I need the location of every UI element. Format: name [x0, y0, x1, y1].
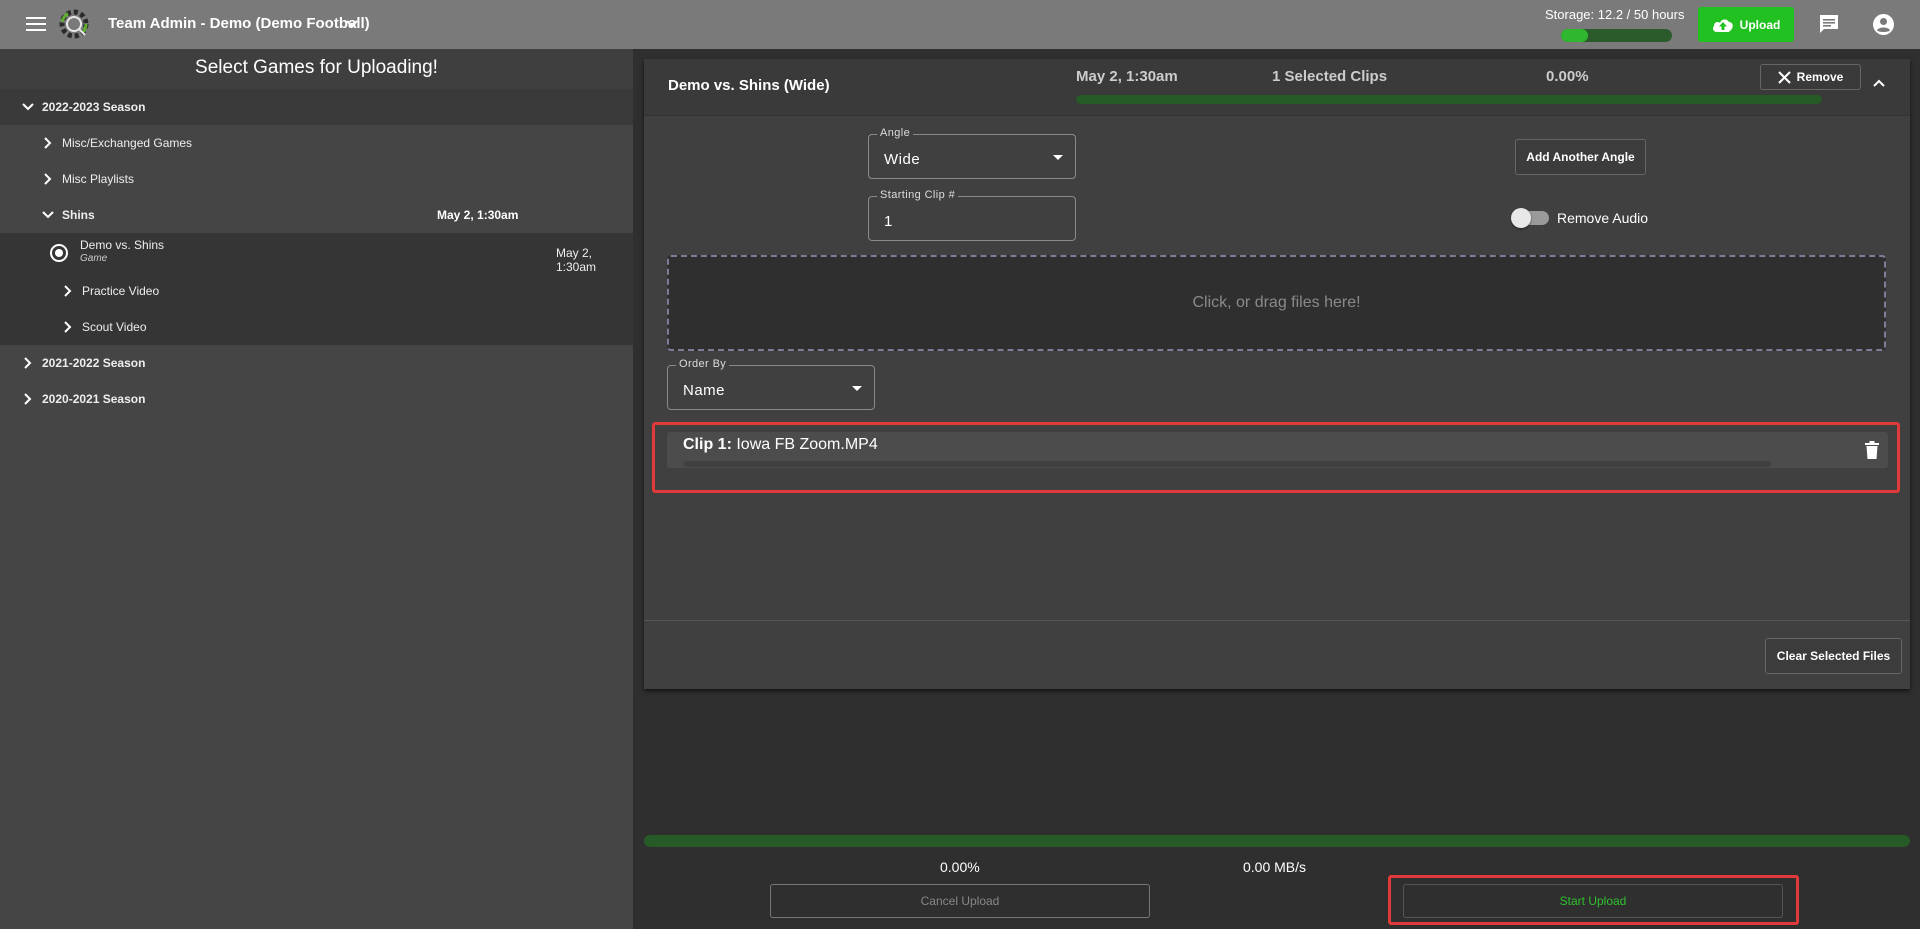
tree-item-label: Shins	[62, 208, 95, 222]
chevron-right-icon	[64, 321, 72, 333]
remove-audio-label: Remove Audio	[1557, 210, 1649, 226]
tree-item-shins[interactable]: Shins May 2, 1:30am	[0, 197, 633, 233]
storage-progress-fill	[1561, 29, 1589, 42]
tree-item-label: 2021-2022 Season	[42, 356, 146, 370]
tree-item-season-2022-2023[interactable]: 2022-2023 Season	[0, 89, 633, 125]
card-header[interactable]: Demo vs. Shins (Wide) May 2, 1:30am 1 Se…	[644, 59, 1910, 116]
hamburger-menu-icon[interactable]	[26, 17, 46, 32]
clip-filename: Iowa FB Zoom.MP4	[736, 436, 878, 453]
starting-clip-value[interactable]: 1	[884, 213, 893, 230]
game-name: Demo vs. Shins	[80, 238, 165, 252]
chevron-right-icon	[24, 357, 32, 369]
cloud-upload-icon	[1712, 18, 1733, 32]
tree-item-label: Practice Video	[82, 284, 160, 298]
start-upload-button[interactable]: Start Upload	[1403, 884, 1783, 918]
upload-speed: 0.00 MB/s	[1243, 859, 1307, 875]
upload-card: Demo vs. Shins (Wide) May 2, 1:30am 1 Se…	[644, 59, 1910, 689]
tree-item-practice-video[interactable]: Practice Video	[0, 273, 633, 309]
card-title: Demo vs. Shins (Wide)	[668, 77, 830, 94]
tree-item-label: Misc/Exchanged Games	[62, 136, 193, 150]
game-date: May 2, 1:30am	[556, 246, 597, 274]
file-dropzone[interactable]: Click, or drag files here!	[667, 255, 1886, 351]
chevron-down-icon	[22, 103, 34, 111]
game-select-panel: Select Games for Uploading! 2022-2023 Se…	[0, 49, 633, 929]
top-bar: Team Admin - Demo (Demo Football) Storag…	[0, 0, 1920, 49]
selected-radio-icon[interactable]	[50, 244, 68, 262]
close-icon	[1777, 70, 1791, 84]
trash-icon[interactable]	[1865, 441, 1879, 459]
clear-selected-files-button[interactable]: Clear Selected Files	[1765, 638, 1902, 674]
tree-item-misc-exchanged-games[interactable]: Misc/Exchanged Games	[0, 125, 633, 161]
order-by-value: Name	[683, 382, 726, 399]
angle-label: Angle	[877, 127, 914, 139]
card-progress-bar	[1076, 95, 1822, 104]
shins-date: May 2, 1:30am	[437, 208, 519, 222]
chevron-right-icon	[64, 285, 72, 297]
remove-button-label: Remove	[1796, 70, 1844, 84]
cancel-upload-button[interactable]: Cancel Upload	[770, 884, 1150, 918]
remove-button[interactable]: Remove	[1760, 64, 1861, 90]
card-date: May 2, 1:30am	[1076, 68, 1178, 85]
order-by-select[interactable]: Order By Name	[667, 358, 875, 410]
tree-item-season-2020-2021[interactable]: 2020-2021 Season	[0, 381, 633, 417]
order-by-label: Order By	[676, 358, 730, 370]
chevron-down-icon	[42, 211, 54, 219]
chevron-right-icon	[44, 173, 52, 185]
card-percent: 0.00%	[1546, 68, 1589, 85]
upload-button-label: Upload	[1739, 17, 1781, 32]
add-another-angle-button[interactable]: Add Another Angle	[1515, 139, 1646, 175]
upload-button[interactable]: Upload	[1698, 7, 1794, 42]
chevron-right-icon	[44, 137, 52, 149]
dropdown-caret-icon	[1053, 155, 1063, 160]
chevron-down-icon[interactable]	[345, 17, 359, 31]
tree-item-label: Scout Video	[82, 320, 147, 334]
tree-item-label: 2020-2021 Season	[42, 392, 146, 406]
total-progress-bar	[644, 835, 1910, 847]
account-icon[interactable]	[1872, 13, 1895, 36]
angle-value: Wide	[884, 151, 921, 168]
total-percent: 0.00%	[940, 859, 980, 875]
clip-item[interactable]: Clip 1: Iowa FB Zoom.MP4	[667, 432, 1888, 468]
game-item-demo-vs-shins[interactable]: Demo vs. Shins Game May 2, 1:30am	[0, 233, 633, 274]
dropdown-caret-icon	[852, 386, 862, 391]
dropzone-text: Click, or drag files here!	[1192, 294, 1361, 311]
clip-label: Clip 1: Iowa FB Zoom.MP4	[683, 436, 878, 454]
game-type: Game	[80, 253, 108, 264]
storage-progress-bar	[1561, 29, 1672, 42]
panel-title: Select Games for Uploading!	[0, 49, 633, 89]
app-logo-icon[interactable]	[58, 8, 90, 40]
chat-icon[interactable]	[1818, 14, 1840, 35]
tree-item-season-2021-2022[interactable]: 2021-2022 Season	[0, 345, 633, 381]
starting-clip-input[interactable]: Starting Clip # 1	[868, 189, 1076, 241]
chevron-right-icon	[24, 393, 32, 405]
tree-item-label: Misc Playlists	[62, 172, 135, 186]
tree-item-label: 2022-2023 Season	[42, 100, 146, 114]
card-divider	[644, 620, 1910, 621]
clip-progress-bar	[683, 461, 1771, 467]
team-title[interactable]: Team Admin - Demo (Demo Football)	[108, 15, 370, 32]
chevron-up-icon[interactable]	[1872, 76, 1886, 90]
angle-select[interactable]: Angle Wide	[868, 127, 1076, 179]
selected-clips-count: 1 Selected Clips	[1272, 68, 1388, 85]
clip-prefix: Clip 1:	[683, 436, 732, 453]
toggle-knob	[1511, 208, 1531, 228]
tree-item-scout-video[interactable]: Scout Video	[0, 309, 633, 345]
tree-item-misc-playlists[interactable]: Misc Playlists	[0, 161, 633, 197]
storage-label: Storage: 12.2 / 50 hours	[1545, 7, 1685, 22]
remove-audio-toggle[interactable]	[1511, 208, 1549, 228]
starting-clip-label: Starting Clip #	[877, 189, 959, 201]
